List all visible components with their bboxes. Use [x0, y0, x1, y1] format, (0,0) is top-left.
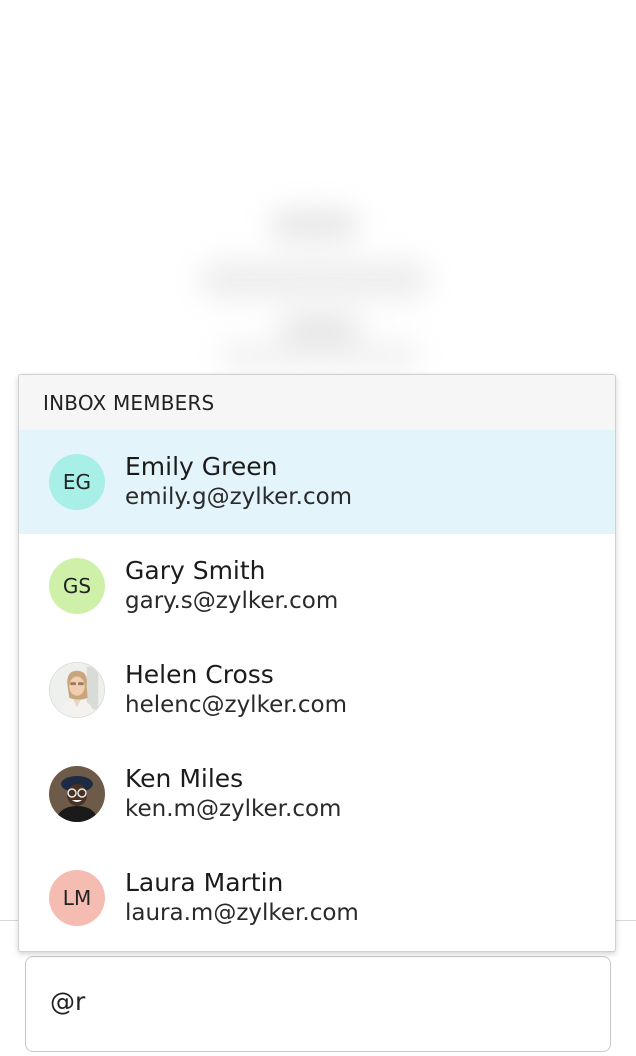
blurred-background-content — [180, 190, 450, 380]
mention-screen: INBOX MEMBERS EG Emily Green emily.g@zyl… — [0, 0, 636, 1056]
person-photo-icon — [49, 766, 105, 822]
member-name: Ken Miles — [125, 764, 244, 793]
member-email: helenc@zylker.com — [125, 692, 347, 718]
member-email: laura.m@zylker.com — [125, 900, 359, 926]
member-option-gary-smith[interactable]: GS Gary Smith gary.s@zylker.com — [19, 534, 615, 638]
person-photo-icon — [50, 663, 104, 717]
member-name: Gary Smith — [125, 556, 266, 585]
avatar-photo — [49, 662, 105, 718]
avatar: GS — [49, 558, 105, 614]
avatar: LM — [49, 870, 105, 926]
member-name: Helen Cross — [125, 660, 274, 689]
member-email: ken.m@zylker.com — [125, 796, 342, 822]
member-option-helen-cross[interactable]: Helen Cross helenc@zylker.com — [19, 638, 615, 742]
message-input[interactable]: @r — [25, 956, 611, 1052]
member-name: Emily Green — [125, 452, 278, 481]
member-email: emily.g@zylker.com — [125, 484, 353, 510]
avatar-initials: EG — [62, 470, 92, 494]
dropdown-header: INBOX MEMBERS — [19, 375, 615, 430]
avatar-initials: LM — [62, 886, 92, 910]
avatar: EG — [49, 454, 105, 510]
member-option-laura-martin[interactable]: LM Laura Martin laura.m@zylker.com — [19, 846, 615, 950]
member-email: gary.s@zylker.com — [125, 588, 339, 614]
member-option-ken-miles[interactable]: Ken Miles ken.m@zylker.com — [19, 742, 615, 846]
member-name: Laura Martin — [125, 868, 284, 897]
mention-suggestions-dropdown: INBOX MEMBERS EG Emily Green emily.g@zyl… — [18, 374, 616, 952]
member-option-emily-green[interactable]: EG Emily Green emily.g@zylker.com — [19, 430, 615, 534]
avatar-photo — [49, 766, 105, 822]
avatar-initials: GS — [62, 574, 92, 598]
